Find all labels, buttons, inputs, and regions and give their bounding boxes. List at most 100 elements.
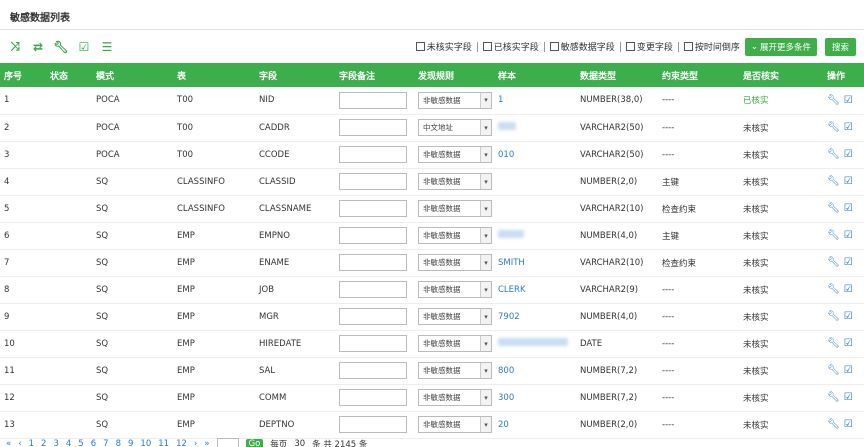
col-header-status[interactable]: 状态	[46, 63, 92, 87]
edit-wrench-icon[interactable]: 🔧︎	[827, 419, 840, 430]
rule-select[interactable]: 非敏感数据 ▾	[418, 173, 492, 190]
remark-input[interactable]	[339, 173, 407, 190]
rule-select[interactable]: 非敏感数据 ▾	[418, 335, 492, 352]
col-header-constraint[interactable]: 约束类型	[658, 63, 739, 87]
remark-input[interactable]	[339, 146, 407, 163]
sample-link[interactable]: SMITH	[498, 258, 525, 268]
verify-check-icon[interactable]: ☑	[844, 95, 853, 106]
col-header-verified[interactable]: 是否核实	[739, 63, 823, 87]
verify-check-icon[interactable]: ☑	[844, 365, 853, 376]
page-link[interactable]: 10	[140, 439, 151, 447]
verify-check-icon[interactable]: ☑	[844, 284, 853, 295]
rule-select[interactable]: 中文地址 ▾	[418, 119, 492, 136]
checkbox-box[interactable]	[683, 42, 693, 51]
edit-wrench-icon[interactable]: 🔧︎	[827, 176, 840, 187]
edit-wrench-icon[interactable]: 🔧︎	[827, 122, 840, 133]
col-header-no[interactable]: 序号	[0, 63, 46, 87]
verify-check-icon[interactable]: ☑	[844, 419, 853, 430]
rule-select[interactable]: 非敏感数据 ▾	[418, 146, 492, 163]
remark-input[interactable]	[339, 389, 407, 406]
prev-page-link[interactable]: ‹	[18, 439, 21, 447]
remark-input[interactable]	[339, 416, 407, 433]
filter-unverified-checkbox[interactable]: 未核实字段	[415, 40, 472, 53]
filter-time-desc-checkbox[interactable]: 按时间倒序	[683, 40, 740, 53]
sample-link[interactable]: 20	[498, 420, 509, 430]
go-button[interactable]: Go	[245, 439, 264, 447]
check-square-icon[interactable]: ☑	[77, 40, 91, 54]
page-link[interactable]: 12	[176, 439, 187, 447]
rule-select[interactable]: 非敏感数据 ▾	[418, 308, 492, 325]
sample-link[interactable]: 7902	[498, 312, 520, 322]
edit-wrench-icon[interactable]: 🔧︎	[827, 149, 840, 160]
checkbox-box[interactable]	[625, 42, 635, 51]
sample-link[interactable]: 1	[498, 95, 503, 105]
page-link[interactable]: 11	[158, 439, 169, 447]
next-page-link[interactable]: ›	[194, 439, 197, 447]
col-header-table[interactable]: 表	[173, 63, 255, 87]
edit-wrench-icon[interactable]: 🔧︎	[827, 284, 840, 295]
remark-input[interactable]	[339, 281, 407, 298]
rule-select[interactable]: 非敏感数据 ▾	[418, 254, 492, 271]
wrench-icon[interactable]: 🔧︎	[53, 40, 68, 54]
rule-select[interactable]: 非敏感数据 ▾	[418, 281, 492, 298]
edit-wrench-icon[interactable]: 🔧︎	[827, 311, 840, 322]
rule-select[interactable]: 非敏感数据 ▾	[418, 200, 492, 217]
exchange-icon[interactable]: ⇄	[31, 40, 45, 54]
per-page-select[interactable]: 30	[294, 439, 305, 447]
verify-check-icon[interactable]: ☑	[844, 176, 853, 187]
expand-conditions-button[interactable]: ⌄ 展开更多条件	[744, 37, 817, 56]
rule-select[interactable]: 非敏感数据 ▾	[418, 227, 492, 244]
page-link[interactable]: 3	[53, 439, 58, 447]
list-icon[interactable]: ☰	[100, 40, 114, 54]
edit-wrench-icon[interactable]: 🔧︎	[827, 338, 840, 349]
edit-wrench-icon[interactable]: 🔧︎	[827, 365, 840, 376]
verify-check-icon[interactable]: ☑	[844, 338, 853, 349]
remark-input[interactable]	[339, 254, 407, 271]
page-link[interactable]: 9	[128, 439, 133, 447]
page-number-input[interactable]	[216, 438, 239, 447]
sample-link[interactable]: 010	[498, 150, 514, 160]
page-link[interactable]: 1	[29, 439, 34, 447]
search-button[interactable]: 搜索	[824, 37, 856, 56]
first-page-link[interactable]: «	[6, 439, 11, 447]
page-link[interactable]: 5	[78, 439, 83, 447]
col-header-schema[interactable]: 模式	[92, 63, 173, 87]
col-header-sample[interactable]: 样本	[494, 63, 576, 87]
edit-wrench-icon[interactable]: 🔧︎	[827, 230, 840, 241]
verify-check-icon[interactable]: ☑	[844, 122, 853, 133]
col-header-rule[interactable]: 发现规则	[414, 63, 494, 87]
filter-verified-checkbox[interactable]: 已核实字段	[482, 40, 539, 53]
page-link[interactable]: 8	[116, 439, 121, 447]
remark-input[interactable]	[339, 91, 407, 109]
sample-link[interactable]: 300	[498, 393, 514, 403]
col-header-field[interactable]: 字段	[255, 63, 335, 87]
remark-input[interactable]	[339, 362, 407, 379]
verify-check-icon[interactable]: ☑	[844, 230, 853, 241]
verify-check-icon[interactable]: ☑	[844, 392, 853, 403]
col-header-type[interactable]: 数据类型	[576, 63, 658, 87]
edit-wrench-icon[interactable]: 🔧︎	[827, 203, 840, 214]
remark-input[interactable]	[339, 227, 407, 244]
filter-changed-checkbox[interactable]: 变更字段	[625, 40, 673, 53]
page-link[interactable]: 2	[41, 439, 46, 447]
last-page-link[interactable]: »	[204, 439, 209, 447]
checkbox-box[interactable]	[549, 42, 559, 51]
col-header-remark[interactable]: 字段备注	[335, 63, 414, 87]
rule-select[interactable]: 非敏感数据 ▾	[418, 91, 492, 109]
remark-input[interactable]	[339, 335, 407, 352]
checkbox-box[interactable]	[482, 42, 492, 51]
remark-input[interactable]	[339, 308, 407, 325]
verify-check-icon[interactable]: ☑	[844, 257, 853, 268]
rule-select[interactable]: 非敏感数据 ▾	[418, 362, 492, 379]
verify-check-icon[interactable]: ☑	[844, 311, 853, 322]
rule-select[interactable]: 非敏感数据 ▾	[418, 389, 492, 406]
page-link[interactable]: 6	[91, 439, 96, 447]
verify-check-icon[interactable]: ☑	[844, 149, 853, 160]
page-link[interactable]: 7	[103, 439, 108, 447]
edit-wrench-icon[interactable]: 🔧︎	[827, 95, 840, 106]
remark-input[interactable]	[339, 119, 407, 136]
edit-wrench-icon[interactable]: 🔧︎	[827, 257, 840, 268]
rule-select[interactable]: 非敏感数据 ▾	[418, 416, 492, 433]
verify-check-icon[interactable]: ☑	[844, 203, 853, 214]
sample-link[interactable]: CLERK	[498, 285, 526, 295]
